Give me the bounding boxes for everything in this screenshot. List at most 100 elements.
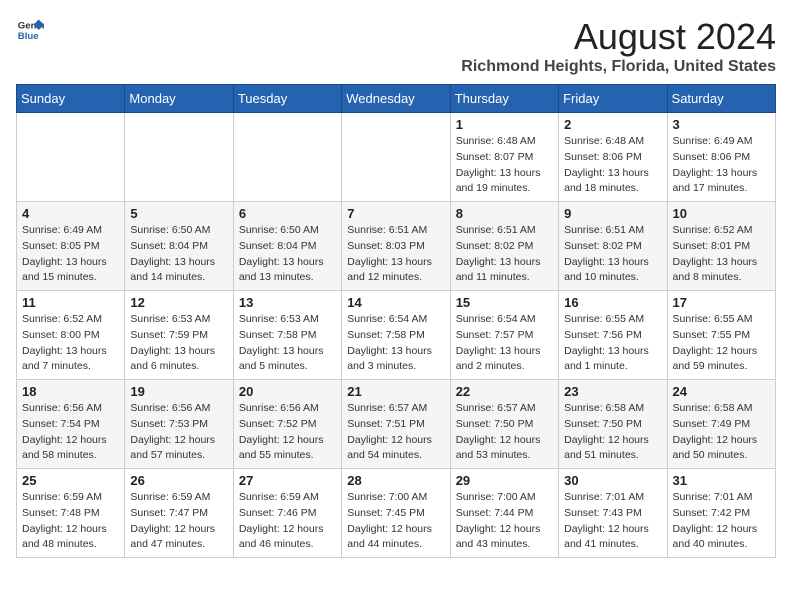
calendar-cell: 28 Sunrise: 7:00 AM Sunset: 7:45 PM Dayli… [342, 469, 450, 558]
day-info: Sunrise: 6:54 AM Sunset: 7:58 PM Dayligh… [347, 312, 444, 375]
calendar-cell [125, 113, 233, 202]
day-number: 28 [347, 473, 444, 488]
day-number: 25 [22, 473, 119, 488]
day-info: Sunrise: 6:53 AM Sunset: 7:59 PM Dayligh… [130, 312, 227, 375]
day-number: 20 [239, 384, 336, 399]
weekday-header-tuesday: Tuesday [233, 85, 341, 113]
day-info: Sunrise: 7:00 AM Sunset: 7:45 PM Dayligh… [347, 490, 444, 553]
calendar-table: SundayMondayTuesdayWednesdayThursdayFrid… [16, 84, 776, 558]
day-number: 14 [347, 295, 444, 310]
calendar-cell [233, 113, 341, 202]
day-number: 29 [456, 473, 553, 488]
day-info: Sunrise: 6:49 AM Sunset: 8:05 PM Dayligh… [22, 223, 119, 286]
calendar-cell: 14 Sunrise: 6:54 AM Sunset: 7:58 PM Dayli… [342, 291, 450, 380]
calendar-cell: 5 Sunrise: 6:50 AM Sunset: 8:04 PM Daylig… [125, 202, 233, 291]
weekday-header-row: SundayMondayTuesdayWednesdayThursdayFrid… [17, 85, 776, 113]
weekday-header-monday: Monday [125, 85, 233, 113]
calendar-cell: 23 Sunrise: 6:58 AM Sunset: 7:50 PM Dayli… [559, 380, 667, 469]
day-info: Sunrise: 7:01 AM Sunset: 7:42 PM Dayligh… [673, 490, 770, 553]
calendar-cell: 17 Sunrise: 6:55 AM Sunset: 7:55 PM Dayli… [667, 291, 775, 380]
calendar-cell: 12 Sunrise: 6:53 AM Sunset: 7:59 PM Dayli… [125, 291, 233, 380]
weekday-header-saturday: Saturday [667, 85, 775, 113]
calendar-cell [17, 113, 125, 202]
calendar-cell: 2 Sunrise: 6:48 AM Sunset: 8:06 PM Daylig… [559, 113, 667, 202]
calendar-cell: 6Sunrise: 6:50 AM Sunset: 8:04 PM Daylig… [233, 202, 341, 291]
day-number: 16 [564, 295, 661, 310]
day-info: Sunrise: 6:48 AM Sunset: 8:06 PM Dayligh… [564, 134, 661, 197]
day-info: Sunrise: 6:59 AM Sunset: 7:47 PM Dayligh… [130, 490, 227, 553]
day-info: Sunrise: 6:53 AM Sunset: 7:58 PM Dayligh… [239, 312, 336, 375]
day-number: 17 [673, 295, 770, 310]
day-number: 2 [564, 117, 661, 132]
calendar-cell: 16 Sunrise: 6:55 AM Sunset: 7:56 PM Dayli… [559, 291, 667, 380]
day-number: 26 [130, 473, 227, 488]
day-number: 9 [564, 206, 661, 221]
calendar-cell: 29 Sunrise: 7:00 AM Sunset: 7:44 PM Dayli… [450, 469, 558, 558]
calendar-cell: 15 Sunrise: 6:54 AM Sunset: 7:57 PM Dayli… [450, 291, 558, 380]
day-number: 13 [239, 295, 336, 310]
calendar-cell: 21Sunrise: 6:57 AM Sunset: 7:51 PM Dayli… [342, 380, 450, 469]
day-number: 8 [456, 206, 553, 221]
weekday-header-sunday: Sunday [17, 85, 125, 113]
calendar-cell: 3Sunrise: 6:49 AM Sunset: 8:06 PM Daylig… [667, 113, 775, 202]
logo-icon: General Blue [16, 16, 44, 44]
day-number: 23 [564, 384, 661, 399]
day-number: 24 [673, 384, 770, 399]
svg-text:Blue: Blue [18, 31, 39, 42]
calendar-cell: 31 Sunrise: 7:01 AM Sunset: 7:42 PM Dayli… [667, 469, 775, 558]
calendar-cell: 27 Sunrise: 6:59 AM Sunset: 7:46 PM Dayli… [233, 469, 341, 558]
calendar-cell: 4 Sunrise: 6:49 AM Sunset: 8:05 PM Daylig… [17, 202, 125, 291]
subtitle: Richmond Heights, Florida, United States [461, 58, 776, 76]
calendar-cell [342, 113, 450, 202]
day-number: 15 [456, 295, 553, 310]
day-info: Sunrise: 6:56 AM Sunset: 7:52 PM Dayligh… [239, 401, 336, 464]
day-number: 18 [22, 384, 119, 399]
day-info: Sunrise: 6:59 AM Sunset: 7:46 PM Dayligh… [239, 490, 336, 553]
day-info: Sunrise: 6:49 AM Sunset: 8:06 PM Dayligh… [673, 134, 770, 197]
title-block: August 2024 Richmond Heights, Florida, U… [461, 16, 776, 76]
day-info: Sunrise: 7:01 AM Sunset: 7:43 PM Dayligh… [564, 490, 661, 553]
day-number: 31 [673, 473, 770, 488]
day-info: Sunrise: 6:57 AM Sunset: 7:50 PM Dayligh… [456, 401, 553, 464]
day-info: Sunrise: 6:58 AM Sunset: 7:50 PM Dayligh… [564, 401, 661, 464]
week-row-5: 25 Sunrise: 6:59 AM Sunset: 7:48 PM Dayli… [17, 469, 776, 558]
day-number: 19 [130, 384, 227, 399]
weekday-header-friday: Friday [559, 85, 667, 113]
calendar-cell: 13 Sunrise: 6:53 AM Sunset: 7:58 PM Dayli… [233, 291, 341, 380]
day-info: Sunrise: 6:57 AM Sunset: 7:51 PM Dayligh… [347, 401, 444, 464]
day-info: Sunrise: 6:54 AM Sunset: 7:57 PM Dayligh… [456, 312, 553, 375]
day-info: Sunrise: 6:51 AM Sunset: 8:02 PM Dayligh… [564, 223, 661, 286]
day-info: Sunrise: 7:00 AM Sunset: 7:44 PM Dayligh… [456, 490, 553, 553]
main-title: August 2024 [461, 16, 776, 58]
day-info: Sunrise: 6:51 AM Sunset: 8:03 PM Dayligh… [347, 223, 444, 286]
calendar-cell: 25 Sunrise: 6:59 AM Sunset: 7:48 PM Dayli… [17, 469, 125, 558]
day-number: 10 [673, 206, 770, 221]
week-row-2: 4 Sunrise: 6:49 AM Sunset: 8:05 PM Daylig… [17, 202, 776, 291]
calendar-cell: 11 Sunrise: 6:52 AM Sunset: 8:00 PM Dayli… [17, 291, 125, 380]
page-header: General Blue August 2024 Richmond Height… [16, 16, 776, 76]
day-info: Sunrise: 6:52 AM Sunset: 8:01 PM Dayligh… [673, 223, 770, 286]
calendar-cell: 24 Sunrise: 6:58 AM Sunset: 7:49 PM Dayli… [667, 380, 775, 469]
day-number: 30 [564, 473, 661, 488]
day-info: Sunrise: 6:59 AM Sunset: 7:48 PM Dayligh… [22, 490, 119, 553]
day-number: 27 [239, 473, 336, 488]
day-info: Sunrise: 6:50 AM Sunset: 8:04 PM Dayligh… [130, 223, 227, 286]
calendar-cell: 1Sunrise: 6:48 AM Sunset: 8:07 PM Daylig… [450, 113, 558, 202]
weekday-header-thursday: Thursday [450, 85, 558, 113]
day-info: Sunrise: 6:52 AM Sunset: 8:00 PM Dayligh… [22, 312, 119, 375]
calendar-cell: 30 Sunrise: 7:01 AM Sunset: 7:43 PM Dayli… [559, 469, 667, 558]
calendar-cell: 20 Sunrise: 6:56 AM Sunset: 7:52 PM Dayli… [233, 380, 341, 469]
day-info: Sunrise: 6:55 AM Sunset: 7:55 PM Dayligh… [673, 312, 770, 375]
day-info: Sunrise: 6:58 AM Sunset: 7:49 PM Dayligh… [673, 401, 770, 464]
calendar-cell: 18Sunrise: 6:56 AM Sunset: 7:54 PM Dayli… [17, 380, 125, 469]
day-number: 12 [130, 295, 227, 310]
day-number: 5 [130, 206, 227, 221]
day-info: Sunrise: 6:55 AM Sunset: 7:56 PM Dayligh… [564, 312, 661, 375]
calendar-cell: 7Sunrise: 6:51 AM Sunset: 8:03 PM Daylig… [342, 202, 450, 291]
weekday-header-wednesday: Wednesday [342, 85, 450, 113]
day-number: 4 [22, 206, 119, 221]
calendar-cell: 10 Sunrise: 6:52 AM Sunset: 8:01 PM Dayli… [667, 202, 775, 291]
logo: General Blue [16, 16, 44, 44]
calendar-cell: 9 Sunrise: 6:51 AM Sunset: 8:02 PM Daylig… [559, 202, 667, 291]
day-number: 11 [22, 295, 119, 310]
